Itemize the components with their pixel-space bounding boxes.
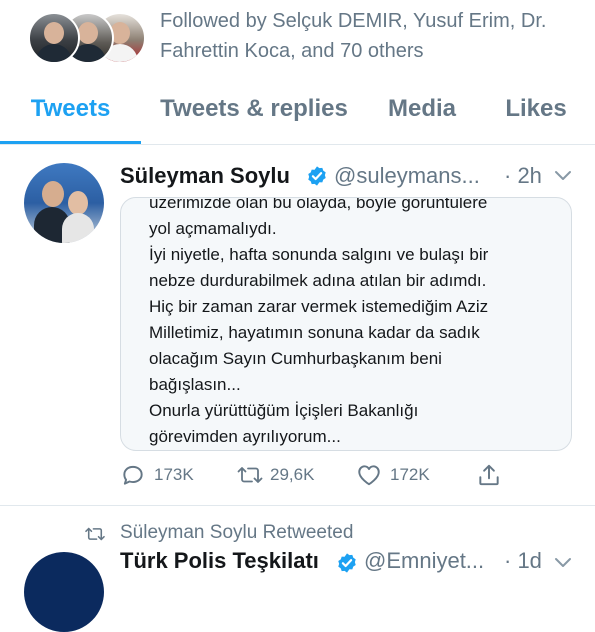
tweet-timestamp[interactable]: · 2h <box>504 159 542 193</box>
profile-tabs: Tweets Tweets & replies Media Likes <box>0 80 595 145</box>
tab-likes[interactable]: Likes <box>494 80 578 144</box>
tweet-text-line: bağışlasın... <box>149 375 241 394</box>
share-button[interactable] <box>476 457 506 493</box>
like-count: 172K <box>390 465 430 484</box>
chevron-down-icon[interactable] <box>554 169 572 183</box>
follower-avatars <box>28 12 148 64</box>
tweet-text-line: olacağım Sayın Cumhurbaşkanım beni <box>149 349 442 368</box>
reply-button[interactable]: 173K <box>120 457 210 493</box>
author-handle[interactable]: @suleymans... <box>334 159 480 193</box>
retweet-count: 29,6K <box>270 465 315 484</box>
tweet-text-line: nebze durdurabilmek adına atılan bir adı… <box>149 271 487 290</box>
tweet[interactable]: Süleyman Soylu @suleymans... · 2h üzerim… <box>0 145 595 506</box>
followed-by-section[interactable]: Followed by Selçuk DEMIR, Yusuf Erim, Dr… <box>0 0 595 72</box>
like-icon <box>358 465 380 486</box>
author-handle[interactable]: @Emniyet... <box>364 546 484 576</box>
tab-tweets-replies[interactable]: Tweets & replies <box>148 80 360 144</box>
tweet-text-line: İyi niyetle, hafta sonunda salgını ve bu… <box>149 245 489 264</box>
verified-icon <box>308 166 326 186</box>
retweet-icon <box>85 527 105 541</box>
followed-by-line-2: Fahrettin Koca, and 70 others <box>160 40 424 62</box>
tweet-text-line: Onurla yürüttüğüm İçişleri Bakanlığı <box>149 401 419 420</box>
tweet-text-line: üzerimizde olan bu olayda, böyle görüntü… <box>149 197 488 212</box>
like-button[interactable]: 172K <box>356 457 446 493</box>
share-icon <box>479 464 499 486</box>
tweet-text-card[interactable]: üzerimizde olan bu olayda, böyle görüntü… <box>120 197 572 451</box>
tweet-text: üzerimizde olan bu olayda, böyle görüntü… <box>149 197 559 450</box>
author-name[interactable]: Türk Polis Teşkilatı <box>120 546 319 576</box>
avatar[interactable] <box>24 552 104 632</box>
retweet-button[interactable]: 29,6K <box>236 457 326 493</box>
tab-tweets[interactable]: Tweets <box>0 80 141 144</box>
tweet-actions: 173K 29,6K 172K <box>120 457 520 493</box>
followed-by-line-1: Followed by Selçuk DEMIR, Yusuf Erim, Dr… <box>160 10 547 32</box>
tweet-header: Süleyman Soylu @suleymans... · 2h <box>120 159 580 193</box>
tweet-timestamp[interactable]: · 1d <box>504 546 542 576</box>
author-name[interactable]: Süleyman Soylu <box>120 159 290 193</box>
verified-icon <box>338 553 356 573</box>
avatar[interactable] <box>24 163 104 243</box>
tab-media[interactable]: Media <box>374 80 470 144</box>
next-tweet[interactable]: Süleyman Soylu Retweeted Türk Polis Teşk… <box>0 506 595 632</box>
tweet-text-line: görevimden ayrılıyorum... <box>149 427 341 446</box>
follower-avatar <box>28 12 80 64</box>
retweet-icon <box>237 467 263 483</box>
tweet-text-line: Milletimiz, hayatımın sonuna kadar da sa… <box>149 323 480 342</box>
tweet-text-line: Hiç bir zaman zarar vermek istemediğim A… <box>149 297 489 316</box>
tweet-text-line: yol açmamalıydı. <box>149 219 277 238</box>
chevron-down-icon[interactable] <box>554 556 572 570</box>
retweeted-by-label[interactable]: Süleyman Soylu Retweeted <box>120 518 353 548</box>
reply-icon <box>123 465 143 485</box>
followed-by-text[interactable]: Followed by Selçuk DEMIR, Yusuf Erim, Dr… <box>160 6 580 66</box>
active-tab-indicator <box>0 141 141 144</box>
reply-count: 173K <box>154 465 194 484</box>
